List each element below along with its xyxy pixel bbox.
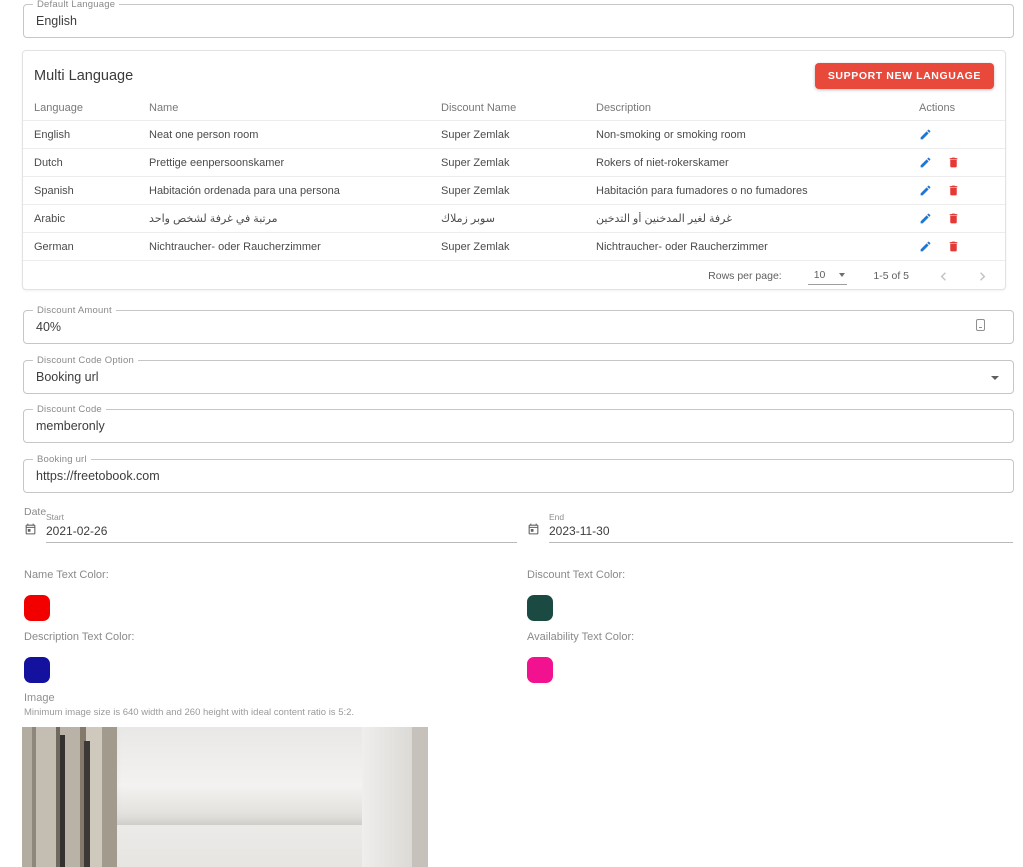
table-row: English Neat one person room Super Zemla…: [23, 120, 1005, 148]
cell-description: Rokers of niet-rokerskamer: [596, 157, 901, 169]
cell-name: مرتبة في غرفة لشخص واحد: [149, 212, 441, 225]
end-date-label: End: [549, 512, 1013, 522]
booking-url-field[interactable]: Booking url https://freetobook.com: [23, 459, 1014, 493]
image-right-edge: [412, 727, 428, 867]
start-date-value: 2021-02-26: [46, 524, 517, 538]
discount-text-color-swatch[interactable]: [527, 595, 553, 621]
discount-settings-page: Default Language English Multi Language …: [0, 0, 1023, 765]
end-date-input[interactable]: End 2023-11-30: [527, 515, 1013, 543]
pagination-range: 1-5 of 5: [873, 270, 909, 282]
column-header-discount-name: Discount Name: [441, 102, 596, 114]
column-header-actions: Actions: [901, 102, 994, 114]
delete-icon[interactable]: [947, 184, 961, 198]
column-header-description: Description: [596, 102, 901, 114]
end-date-value: 2023-11-30: [549, 524, 1013, 538]
rows-per-page-label: Rows per page:: [708, 270, 782, 282]
delete-icon[interactable]: [947, 212, 961, 226]
default-language-value: English: [36, 14, 77, 28]
discount-code-field[interactable]: Discount Code memberonly: [23, 409, 1014, 443]
discount-text-color-group: Discount Text Color:: [527, 569, 625, 621]
rows-per-page-select[interactable]: 10: [808, 267, 848, 285]
previous-page-icon[interactable]: [935, 268, 952, 285]
booking-url-value: https://freetobook.com: [36, 469, 160, 483]
name-text-color-swatch[interactable]: [24, 595, 50, 621]
name-text-color-group: Name Text Color:: [24, 569, 109, 621]
table-row: Arabic مرتبة في غرفة لشخص واحد سوبر زملا…: [23, 204, 1005, 232]
table-header-row: Language Name Discount Name Description …: [23, 96, 1005, 120]
availability-text-color-group: Availability Text Color:: [527, 631, 634, 683]
room-image-preview[interactable]: [22, 727, 428, 867]
edit-icon[interactable]: [919, 128, 933, 142]
cell-language: Arabic: [34, 213, 149, 225]
image-lamp: [84, 741, 90, 867]
default-language-field[interactable]: Default Language English: [23, 4, 1014, 38]
discount-code-option-label: Discount Code Option: [33, 355, 138, 366]
cell-description: Non-smoking or smoking room: [596, 129, 901, 141]
multi-language-header: Multi Language SUPPORT NEW LANGUAGE: [23, 51, 1005, 96]
cell-description: غرفة لغير المدخنين أو التدخين: [596, 212, 901, 225]
start-date-input[interactable]: Start 2021-02-26: [24, 515, 517, 543]
cell-description: Nichtraucher- oder Raucherzimmer: [596, 241, 901, 253]
table-pagination: Rows per page: 10 1-5 of 5: [23, 260, 1005, 291]
cell-language: English: [34, 129, 149, 141]
default-language-label: Default Language: [33, 0, 119, 10]
discount-amount-field[interactable]: Discount Amount 40%: [23, 310, 1014, 344]
edit-icon[interactable]: [919, 156, 933, 170]
discount-code-option-select[interactable]: Discount Code Option Booking url: [23, 360, 1014, 394]
availability-text-color-swatch[interactable]: [527, 657, 553, 683]
description-text-color-swatch[interactable]: [24, 657, 50, 683]
multi-language-card: Multi Language SUPPORT NEW LANGUAGE Lang…: [22, 50, 1006, 290]
cell-name: Neat one person room: [149, 129, 441, 141]
delete-icon[interactable]: [947, 156, 961, 170]
image-lamp: [60, 735, 65, 867]
chevron-down-icon: [839, 273, 845, 277]
table-row: German Nichtraucher- oder Raucherzimmer …: [23, 232, 1005, 260]
calendar-icon[interactable]: [24, 522, 37, 543]
multi-language-title: Multi Language: [34, 68, 133, 84]
edit-icon[interactable]: [919, 184, 933, 198]
cell-name: Nichtraucher- oder Raucherzimmer: [149, 241, 441, 253]
cell-discount-name: Super Zemlak: [441, 129, 596, 141]
cell-name: Habitación ordenada para una persona: [149, 185, 441, 197]
description-text-color-group: Description Text Color:: [24, 631, 134, 683]
table-row: Spanish Habitación ordenada para una per…: [23, 176, 1005, 204]
image-ceiling: [117, 727, 368, 825]
next-page-icon[interactable]: [974, 268, 991, 285]
name-text-color-label: Name Text Color:: [24, 569, 109, 581]
cell-discount-name: Super Zemlak: [441, 185, 596, 197]
table-row: Dutch Prettige eenpersoonskamer Super Ze…: [23, 148, 1005, 176]
delete-icon[interactable]: [947, 240, 961, 254]
cell-language: Spanish: [34, 185, 149, 197]
cell-name: Prettige eenpersoonskamer: [149, 157, 441, 169]
availability-text-color-label: Availability Text Color:: [527, 631, 634, 643]
image-section-label: Image: [24, 692, 55, 704]
chevron-down-icon: [991, 376, 999, 380]
rows-per-page-value: 10: [814, 269, 826, 281]
cell-language: Dutch: [34, 157, 149, 169]
booking-url-label: Booking url: [33, 454, 91, 465]
column-header-language: Language: [34, 102, 149, 114]
cell-language: German: [34, 241, 149, 253]
image-left-panels: [22, 727, 117, 867]
description-text-color-label: Description Text Color:: [24, 631, 134, 643]
support-new-language-button[interactable]: SUPPORT NEW LANGUAGE: [815, 63, 994, 89]
cell-discount-name: Super Zemlak: [441, 241, 596, 253]
edit-icon[interactable]: [919, 212, 933, 226]
column-header-name: Name: [149, 102, 441, 114]
discount-code-value: memberonly: [36, 419, 105, 433]
discount-text-color-label: Discount Text Color:: [527, 569, 625, 581]
start-date-label: Start: [46, 512, 517, 522]
edit-icon[interactable]: [919, 240, 933, 254]
cell-discount-name: Super Zemlak: [441, 157, 596, 169]
discount-code-option-value: Booking url: [36, 370, 99, 384]
cell-description: Habitación para fumadores o no fumadores: [596, 185, 901, 197]
image-size-hint: Minimum image size is 640 width and 260 …: [24, 707, 354, 718]
discount-amount-value: 40%: [36, 320, 61, 334]
image-right-column: [362, 727, 412, 867]
discount-code-label: Discount Code: [33, 404, 106, 415]
cell-discount-name: سوبر زملاك: [441, 212, 596, 225]
discount-amount-label: Discount Amount: [33, 305, 116, 316]
calendar-icon[interactable]: [527, 522, 540, 543]
field-adornment-icon[interactable]: [976, 318, 985, 336]
